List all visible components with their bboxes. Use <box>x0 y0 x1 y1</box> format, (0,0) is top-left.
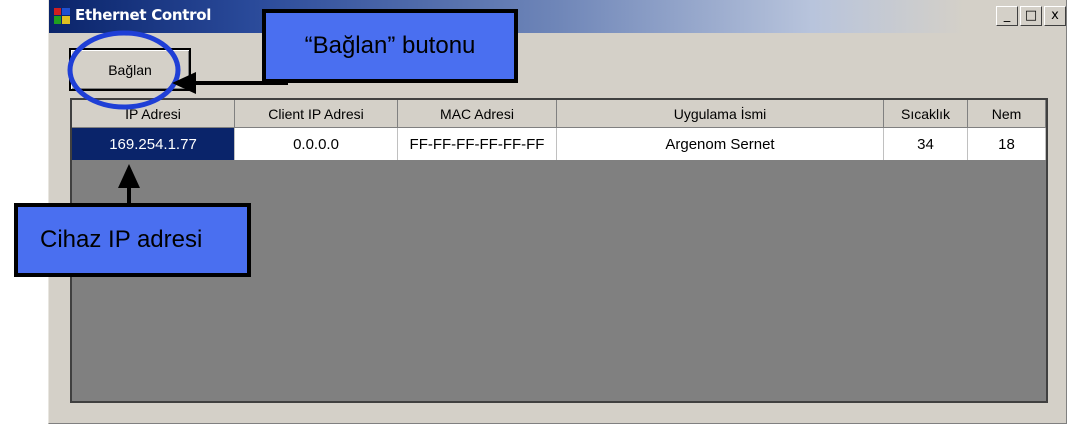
window-controls: _ □ x <box>996 6 1066 26</box>
title-bar[interactable]: Ethernet Control _ □ x <box>49 0 1066 33</box>
column-header-temperature[interactable]: Sıcaklık <box>884 100 968 128</box>
cell-ip[interactable]: 169.254.1.77 <box>72 128 235 160</box>
cell-mac[interactable]: FF-FF-FF-FF-FF-FF <box>398 128 557 160</box>
cell-client-ip[interactable]: 0.0.0.0 <box>235 128 398 160</box>
cell-humidity[interactable]: 18 <box>968 128 1046 160</box>
column-header-ip[interactable]: IP Adresi <box>72 100 235 128</box>
window-title: Ethernet Control <box>75 6 212 24</box>
grid-header: IP Adresi Client IP Adresi MAC Adresi Uy… <box>72 100 1046 128</box>
connect-button-callout: “Bağlan” butonu <box>262 9 518 83</box>
column-header-app-name[interactable]: Uygulama İsmi <box>557 100 884 128</box>
device-ip-callout: Cihaz IP adresi <box>14 203 251 277</box>
column-header-mac[interactable]: MAC Adresi <box>398 100 557 128</box>
close-button[interactable]: x <box>1044 6 1066 26</box>
cell-temperature[interactable]: 34 <box>884 128 968 160</box>
column-header-client-ip[interactable]: Client IP Adresi <box>235 100 398 128</box>
minimize-button[interactable]: _ <box>996 6 1018 26</box>
connect-button[interactable]: Bağlan <box>69 48 191 91</box>
maximize-button[interactable]: □ <box>1020 6 1042 26</box>
table-row[interactable]: 169.254.1.77 0.0.0.0 FF-FF-FF-FF-FF-FF A… <box>72 128 1046 160</box>
column-header-humidity[interactable]: Nem <box>968 100 1046 128</box>
app-icon <box>54 8 70 24</box>
cell-app-name[interactable]: Argenom Sernet <box>557 128 884 160</box>
